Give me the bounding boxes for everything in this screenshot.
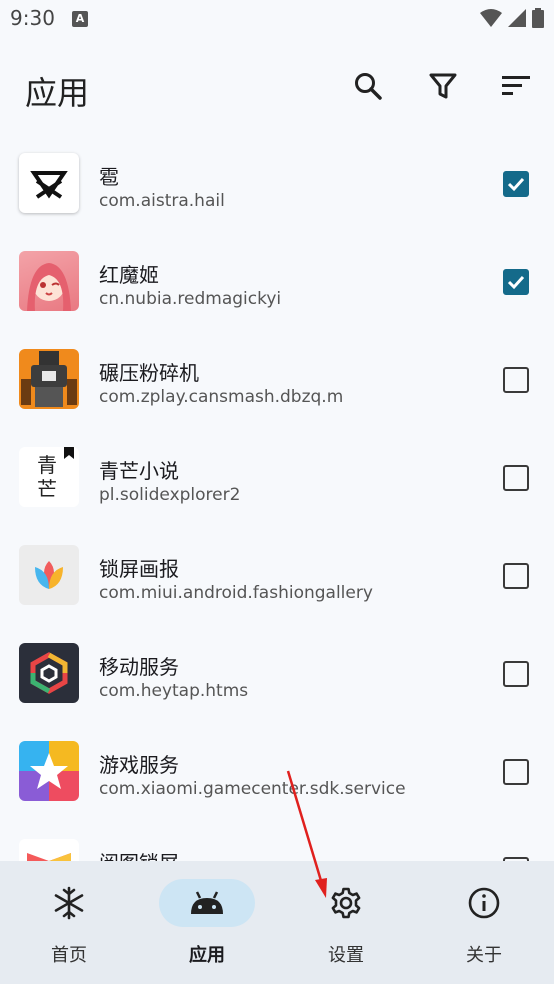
nav-apps[interactable]: 应用 xyxy=(138,877,276,972)
app-name: 移动服务 xyxy=(99,655,179,679)
nav-settings-indicator xyxy=(298,879,394,927)
list-item[interactable]: 阅图锁屏 xyxy=(0,821,554,861)
search-button[interactable] xyxy=(352,70,384,102)
app-name: 红魔姬 xyxy=(99,263,159,287)
nav-home-indicator xyxy=(21,879,117,927)
app-icon-anime-girl xyxy=(19,251,79,311)
app-name: 雹 xyxy=(99,165,119,189)
app-checkbox[interactable] xyxy=(503,465,529,491)
app-package: com.heytap.htms xyxy=(99,681,249,701)
check-icon xyxy=(507,275,525,290)
app-icon-qingmang: 青 芒 xyxy=(19,447,79,507)
app-checkbox[interactable] xyxy=(503,269,529,295)
nav-apps-indicator xyxy=(159,879,255,927)
list-item[interactable]: 移动服务 com.heytap.htms xyxy=(0,625,554,723)
snowflake-icon xyxy=(54,886,84,920)
nav-about[interactable]: 关于 xyxy=(415,877,553,972)
nav-settings[interactable]: 设置 xyxy=(277,877,415,972)
status-icons xyxy=(480,8,544,28)
filter-button[interactable] xyxy=(427,70,459,102)
app-icon-text: 青 芒 xyxy=(37,453,57,501)
list-item[interactable]: 游戏服务 com.xiaomi.gamecenter.sdk.service xyxy=(0,723,554,821)
search-icon xyxy=(355,73,382,100)
battery-icon xyxy=(532,8,544,28)
app-name: 青芒小说 xyxy=(99,459,179,483)
gear-icon xyxy=(331,887,361,919)
wifi-icon xyxy=(480,9,502,27)
nav-settings-label: 设置 xyxy=(328,945,364,966)
app-package: cn.nubia.redmagickyi xyxy=(99,289,282,309)
app-checkbox[interactable] xyxy=(503,563,529,589)
signal-icon xyxy=(508,9,526,27)
list-item[interactable]: 青 芒 青芒小说 pl.solidexplorer2 xyxy=(0,429,554,527)
app-checkbox[interactable] xyxy=(503,661,529,687)
app-icon-lockscreen-gallery xyxy=(19,545,79,605)
list-item[interactable]: 锁屏画报 com.miui.android.fashiongallery xyxy=(0,527,554,625)
nav-home-label: 首页 xyxy=(51,945,87,966)
info-icon xyxy=(468,887,500,919)
app-name: 锁屏画报 xyxy=(99,557,179,581)
list-item[interactable]: 碾压粉碎机 com.zplay.cansmash.dbzq.m xyxy=(0,331,554,429)
app-icon-hail xyxy=(19,153,79,213)
notification-a-icon: A xyxy=(72,11,88,27)
app-package: com.xiaomi.gamecenter.sdk.service xyxy=(99,779,406,799)
list-item[interactable]: 红魔姬 cn.nubia.redmagickyi xyxy=(0,233,554,331)
app-name: 碾压粉碎机 xyxy=(99,361,199,385)
app-list: 雹 com.aistra.hail 红魔姬 cn.nubia.redmagick… xyxy=(0,135,554,861)
app-name: 阅图锁屏 xyxy=(99,847,179,861)
sort-button[interactable] xyxy=(500,70,532,102)
nav-about-indicator xyxy=(436,879,532,927)
nav-apps-label: 应用 xyxy=(189,945,225,966)
list-item[interactable]: 雹 com.aistra.hail xyxy=(0,135,554,233)
bottom-navigation: 首页 应用 设置 关于 xyxy=(0,861,554,984)
app-icon-game-services xyxy=(19,741,79,801)
page-title: 应用 xyxy=(25,74,90,112)
app-package: pl.solidexplorer2 xyxy=(99,485,241,505)
app-name: 游戏服务 xyxy=(99,753,179,777)
app-icon-wallpaper-lockscreen xyxy=(19,839,79,861)
app-icon-mobile-services xyxy=(19,643,79,703)
nav-home[interactable]: 首页 xyxy=(0,877,138,972)
android-icon xyxy=(191,891,223,914)
app-checkbox[interactable] xyxy=(503,759,529,785)
filter-icon xyxy=(429,73,457,99)
sort-icon xyxy=(502,76,530,95)
status-time: 9:30 xyxy=(10,6,55,30)
nav-about-label: 关于 xyxy=(466,945,502,966)
status-bar: 9:30 A xyxy=(0,0,554,40)
app-package: com.miui.android.fashiongallery xyxy=(99,583,373,603)
app-package: com.zplay.cansmash.dbzq.m xyxy=(99,387,344,407)
app-package: com.aistra.hail xyxy=(99,191,225,211)
app-checkbox[interactable] xyxy=(503,171,529,197)
top-app-bar: 应用 xyxy=(0,56,554,120)
app-checkbox[interactable] xyxy=(503,367,529,393)
check-icon xyxy=(507,177,525,192)
app-icon-crusher xyxy=(19,349,79,409)
